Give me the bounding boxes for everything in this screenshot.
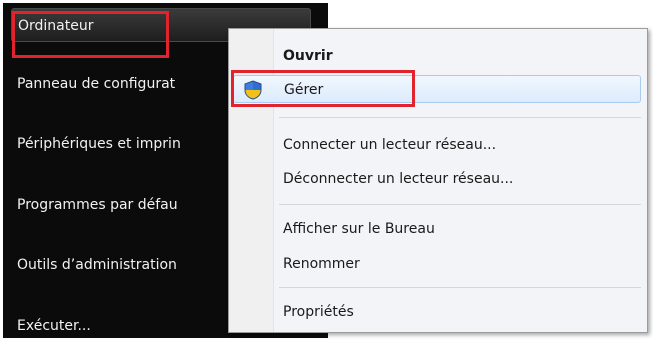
start-item-label: Exécuter... xyxy=(17,318,91,334)
menu-item-show-on-desktop[interactable]: Afficher sur le Bureau xyxy=(279,215,641,243)
start-item-label: Périphériques et imprin xyxy=(17,136,181,152)
menu-item-disconnect-network-drive[interactable]: Déconnecter un lecteur réseau... xyxy=(279,165,641,193)
menu-item-properties[interactable]: Propriétés xyxy=(279,298,641,326)
menu-separator xyxy=(279,204,641,205)
menu-item-map-network-drive[interactable]: Connecter un lecteur réseau... xyxy=(279,131,641,159)
menu-item-rename[interactable]: Renommer xyxy=(279,250,641,278)
menu-item-show-desktop-label: Afficher sur le Bureau xyxy=(283,221,435,237)
annotation-highlight-computer xyxy=(12,11,169,58)
menu-item-properties-label: Propriétés xyxy=(283,304,354,320)
menu-item-open-label: Ouvrir xyxy=(283,48,333,64)
start-item-label: Programmes par défau xyxy=(17,197,178,213)
menu-item-map-drive-label: Connecter un lecteur réseau... xyxy=(283,137,497,153)
menu-separator xyxy=(279,117,641,118)
menu-separator xyxy=(279,287,641,288)
menu-item-rename-label: Renommer xyxy=(283,256,360,272)
annotation-highlight-manage xyxy=(231,70,415,107)
start-item-label: Outils d’administration xyxy=(17,257,177,273)
menu-item-open[interactable]: Ouvrir xyxy=(279,42,641,70)
start-item-label: Panneau de configurat xyxy=(17,76,176,92)
menu-item-disconnect-drive-label: Déconnecter un lecteur réseau... xyxy=(283,171,514,187)
